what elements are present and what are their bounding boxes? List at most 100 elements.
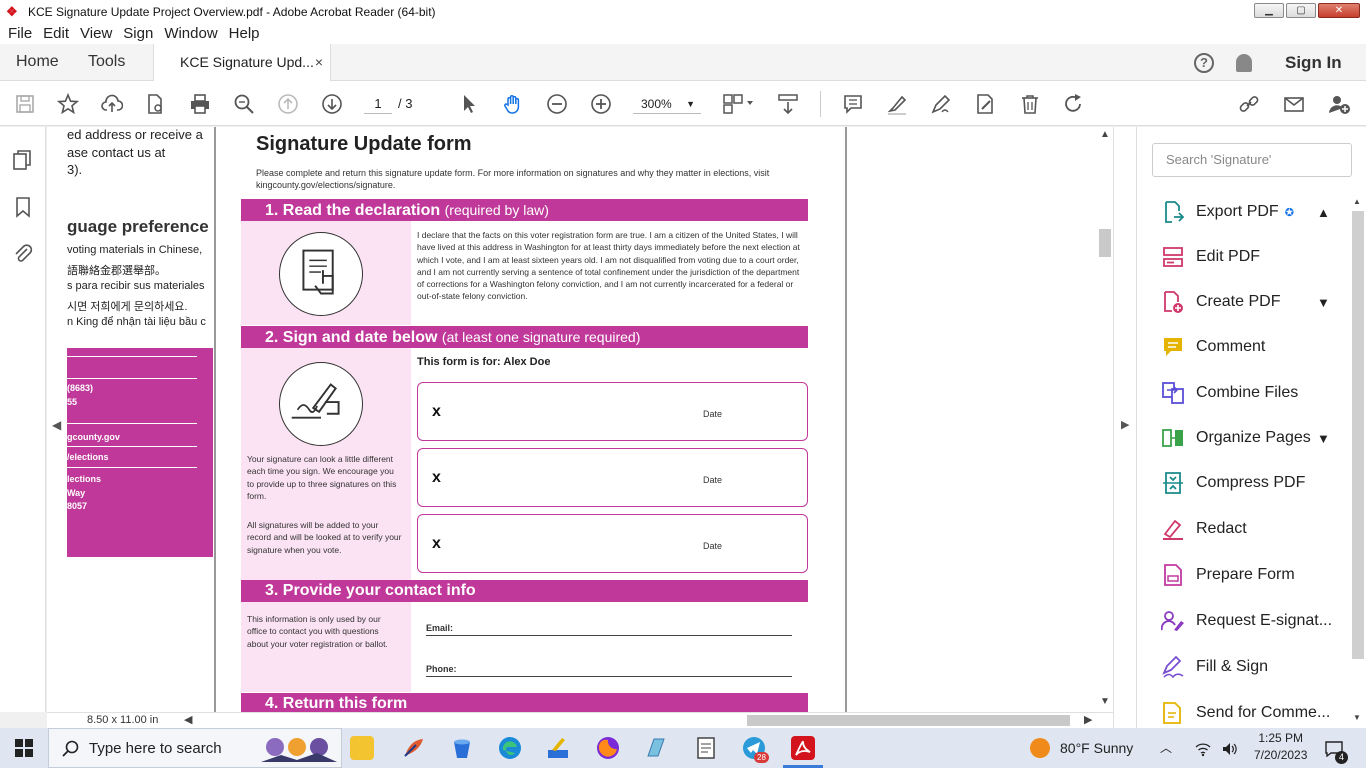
menu-edit[interactable]: Edit — [43, 25, 69, 42]
tab-tools[interactable]: Tools — [88, 44, 125, 81]
band-text: 55 — [67, 397, 78, 407]
menu-file[interactable]: File — [8, 25, 32, 42]
notification-count-badge: 4 — [1335, 751, 1348, 764]
menu-help[interactable]: Help — [229, 25, 260, 42]
email-icon[interactable] — [1283, 93, 1305, 115]
network-icon[interactable] — [1195, 728, 1211, 768]
horizontal-scrollbar[interactable]: 8.50 x 11.00 in ◀ ▶ — [47, 712, 1113, 728]
horizontal-scroll-thumb[interactable] — [747, 715, 1070, 726]
document-viewer-app-icon[interactable] — [694, 736, 718, 760]
firefox-browser-icon[interactable] — [596, 736, 620, 760]
signature-field-3[interactable]: x Date — [417, 514, 808, 573]
next-page-icon[interactable] — [321, 93, 343, 115]
zoom-in-icon[interactable] — [590, 93, 612, 115]
page-number-input[interactable]: 1 — [364, 94, 392, 114]
tool-create-pdf[interactable]: Create PDF ▼ — [1161, 289, 1330, 315]
notifications-button[interactable] — [1236, 44, 1252, 81]
email-field[interactable] — [426, 635, 792, 636]
notes-app-icon[interactable] — [644, 736, 668, 760]
scroll-up-arrow[interactable]: ▲ — [1353, 197, 1361, 206]
chevron-down-icon[interactable]: ▼ — [1317, 431, 1330, 446]
tool-prepare-form[interactable]: Prepare Form — [1161, 562, 1295, 588]
tools-panel-scrollbar[interactable]: ▲ ▼ — [1351, 197, 1365, 727]
upload-cloud-icon[interactable] — [101, 93, 124, 115]
system-clock[interactable]: 1:25 PM 7/20/2023 — [1254, 730, 1307, 764]
hand-tool-icon[interactable] — [502, 93, 524, 115]
close-window-button[interactable]: ✕ — [1318, 3, 1360, 18]
feather-app-icon[interactable] — [402, 736, 426, 760]
fill-sign-icon[interactable] — [974, 93, 996, 115]
signature-field-2[interactable]: x Date — [417, 448, 808, 507]
acrobat-taskbar-icon[interactable] — [791, 736, 815, 760]
chevron-down-icon[interactable]: ▼ — [1317, 295, 1330, 310]
select-cursor-icon[interactable] — [458, 93, 480, 115]
scroll-up-arrow[interactable]: ▲ — [1100, 129, 1110, 140]
taskbar-search-box[interactable]: Type here to search — [48, 728, 342, 768]
restore-button[interactable]: ▢ — [1286, 3, 1316, 18]
tool-compress-pdf[interactable]: Compress PDF — [1161, 470, 1305, 496]
tool-comment[interactable]: Comment — [1161, 334, 1265, 360]
tool-fill-sign[interactable]: Fill & Sign — [1161, 654, 1268, 680]
highlight-pen-icon[interactable] — [886, 93, 908, 115]
collapse-left-panel-icon[interactable]: ◀ — [52, 418, 61, 432]
right-panel-toggle[interactable]: ▶ — [1113, 127, 1136, 728]
edge-browser-icon[interactable] — [498, 736, 522, 760]
document-search-icon[interactable] — [144, 93, 166, 115]
sign-in-button[interactable]: Sign In — [1285, 44, 1342, 81]
zoom-out-icon[interactable] — [546, 93, 568, 115]
paint-app-icon[interactable] — [546, 736, 570, 760]
help-button[interactable]: ? — [1194, 44, 1214, 81]
tool-edit-pdf[interactable]: Edit PDF — [1161, 244, 1260, 270]
attachments-paperclip-icon[interactable] — [12, 242, 34, 264]
menu-window[interactable]: Window — [164, 25, 217, 42]
help-icon: ? — [1194, 52, 1214, 73]
print-icon[interactable] — [189, 93, 211, 115]
zoom-level-select[interactable]: 300% ▼ — [633, 94, 701, 114]
scroll-down-arrow[interactable]: ▼ — [1353, 713, 1361, 722]
delete-icon[interactable] — [1019, 93, 1041, 115]
comment-icon[interactable] — [842, 93, 864, 115]
weather-text[interactable]: 80°F Sunny — [1060, 728, 1133, 768]
tools-search-input[interactable]: Search 'Signature' — [1152, 143, 1352, 177]
show-hidden-icons-chevron-icon[interactable]: ︿ — [1160, 728, 1172, 768]
windows-start-icon[interactable] — [15, 739, 33, 757]
tool-send-for-comments[interactable]: Send for Comme... — [1161, 700, 1330, 726]
previous-page-icon[interactable] — [277, 93, 299, 115]
share-link-icon[interactable] — [1238, 93, 1260, 115]
file-explorer-icon[interactable] — [350, 736, 374, 760]
page-thumbnails-icon[interactable] — [12, 149, 34, 171]
tool-redact[interactable]: Redact — [1161, 516, 1247, 542]
bookmark-star-icon[interactable] — [56, 92, 80, 115]
menu-view[interactable]: View — [80, 25, 112, 42]
tools-panel-scroll-thumb[interactable] — [1352, 211, 1364, 659]
rotate-icon[interactable] — [1062, 93, 1084, 115]
minimize-button[interactable]: ▁ — [1254, 3, 1284, 18]
page1-text-line: 3). — [67, 162, 83, 177]
tab-home[interactable]: Home — [16, 44, 59, 81]
tool-organize-pages[interactable]: Organize Pages ▼ — [1161, 425, 1330, 451]
page-display-icon[interactable] — [722, 93, 756, 115]
scroll-right-arrow[interactable]: ▶ — [1084, 713, 1092, 728]
save-icon[interactable] — [14, 93, 36, 115]
tool-combine-files[interactable]: Combine Files — [1161, 380, 1298, 406]
scroll-mode-icon[interactable] — [777, 93, 799, 115]
vertical-scrollbar[interactable]: ▲ ▼ — [1097, 127, 1113, 712]
vertical-scroll-thumb[interactable] — [1099, 229, 1111, 257]
bookmarks-icon[interactable] — [12, 196, 34, 218]
document-viewer[interactable]: ◀ ed address or receive a ase contact us… — [47, 127, 1097, 712]
phone-field[interactable] — [426, 676, 792, 677]
draw-pen-icon[interactable] — [930, 93, 952, 115]
bucket-app-icon[interactable] — [450, 736, 474, 760]
signature-field-1[interactable]: x Date — [417, 382, 808, 441]
chevron-up-icon[interactable]: ▲ — [1317, 205, 1330, 220]
scroll-down-arrow[interactable]: ▼ — [1100, 696, 1110, 707]
close-tab-button[interactable]: × — [315, 44, 323, 80]
zoom-search-icon[interactable] — [233, 93, 255, 115]
scroll-left-arrow[interactable]: ◀ — [184, 713, 192, 728]
add-user-icon[interactable] — [1328, 93, 1350, 115]
menu-sign[interactable]: Sign — [123, 25, 153, 42]
tool-request-esignatures[interactable]: Request E-signat... — [1161, 608, 1332, 634]
tool-export-pdf[interactable]: Export PDF ✪ ▲ — [1161, 199, 1330, 225]
volume-icon[interactable] — [1222, 728, 1238, 768]
tab-document[interactable]: KCE Signature Upd... × — [153, 44, 331, 82]
